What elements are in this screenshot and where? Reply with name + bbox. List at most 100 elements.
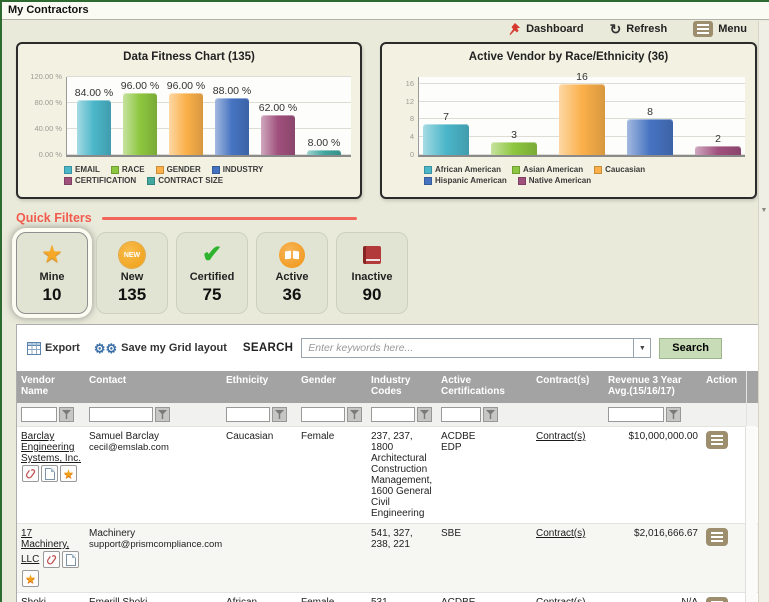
legend-swatch [212,166,220,174]
column-header-revenue-3-year-avg-15-16-17[interactable]: Revenue 3 Year Avg.(15/16/17) [604,371,702,403]
filter-input-contact[interactable] [89,407,153,422]
page-vertical-scrollbar[interactable]: ▼ [758,21,769,602]
bar-value-label: 2 [715,133,721,145]
cell-certifications: ACDBEEDP [437,427,532,524]
tile-icon-wrap: ✔ [202,241,222,269]
cell-vendor: Shoki Property Management ★ [17,593,85,602]
filter-funnel-button[interactable] [666,407,681,422]
paperclip-icon [23,466,38,482]
notes-button[interactable] [41,465,58,482]
search-input[interactable] [301,338,633,358]
bar-value-label: 84.00 % [75,87,114,99]
quick-filter-inactive[interactable]: Inactive90 [336,232,408,314]
table-row: 17 Machinery, LLC ★Machinerysupport@pris… [17,524,758,593]
tile-icon-wrap: ★ [41,241,63,269]
menu-label: Menu [718,23,747,35]
filter-cell-ethnicity [222,403,297,427]
vendor-name-link[interactable]: Shoki Property Management [21,597,79,602]
menu-icon [693,21,713,37]
bar-group: 84.00 %96.00 %96.00 %88.00 %62.00 %8.00 … [67,93,351,155]
contact-email: cecil@emslab.com [89,442,218,453]
export-label: Export [45,342,80,354]
contracts-link[interactable]: Contract(s) [536,431,585,442]
column-header-contact[interactable]: Contact [85,371,222,403]
contact-name: Emerill Shoki [89,597,218,602]
quick-filter-active[interactable]: Active36 [256,232,328,314]
quick-filter-mine[interactable]: ★Mine10 [16,232,88,314]
certification: EDP [441,442,528,453]
column-header-active-certifications[interactable]: Active Certifications [437,371,532,403]
search-dropdown-button[interactable]: ▼ [633,338,651,358]
favorite-button[interactable]: ★ [22,570,39,587]
grid-vertical-scrollbar[interactable] [745,426,757,602]
favorite-button[interactable]: ★ [60,465,77,482]
column-header-gender[interactable]: Gender [297,371,367,403]
save-grid-layout-button[interactable]: ⚙⚙ Save my Grid layout [94,342,227,355]
table-row: Shoki Property Management ★ Emerill Shoki… [17,593,758,602]
column-header-industry-codes[interactable]: Industry Codes [367,371,437,403]
legend-item: African American [424,165,501,174]
attachment-button[interactable] [22,465,39,482]
legend-label: CONTRACT SIZE [158,176,223,185]
filter-input-gender[interactable] [301,407,345,422]
vendor-name-link[interactable]: Barclay Engineering Systems, Inc. [21,431,81,464]
legend-swatch [424,166,432,174]
filter-funnel-button[interactable] [417,407,432,422]
chart-legend: EMAILRACEGENDERINDUSTRYCERTIFICATIONCONT… [64,165,326,185]
filter-input-revenue[interactable] [608,407,664,422]
attachment-button[interactable] [43,551,60,568]
column-header-action[interactable]: Action [702,371,746,403]
contact-name: Samuel Barclay [89,431,218,442]
header-spacer [746,371,758,403]
menu-button[interactable]: Menu [693,21,747,37]
cell-ethnicity: African American [222,593,297,602]
document-icon [66,554,76,566]
bar-value-label: 3 [511,129,517,141]
quick-filter-new[interactable]: NEWNew135 [96,232,168,314]
column-header-vendor-name[interactable]: Vendor Name [17,371,85,403]
y-axis-tick-label: 4 [410,132,414,141]
search-button[interactable]: Search [659,338,722,359]
filter-input-vendor[interactable] [21,407,57,422]
cell-gender: Female [297,427,367,524]
export-button[interactable]: Export [27,342,80,355]
filter-funnel-button[interactable] [155,407,170,422]
legend-item: GENDER [156,165,201,174]
column-header-ethnicity[interactable]: Ethnicity [222,371,297,403]
dashboard-button[interactable]: Dashboard [507,22,583,36]
menu-icon [711,532,723,542]
funnel-icon [275,410,284,419]
filter-cell-revenue [604,403,702,427]
tile-label: Active [275,271,308,283]
legend-swatch [518,177,526,185]
legend-swatch [64,177,72,185]
bar-certification: 62.00 % [261,115,295,155]
legend-swatch [594,166,602,174]
cell-ethnicity: Caucasian [222,427,297,524]
quick-filter-certified[interactable]: ✔Certified75 [176,232,248,314]
column-header-contract-s[interactable]: Contract(s) [532,371,604,403]
filter-funnel-button[interactable] [59,407,74,422]
contracts-link[interactable]: Contract(s) [536,528,585,539]
row-action-menu-button[interactable] [706,528,728,546]
cell-certifications: ACDBEDBE [437,593,532,602]
row-action-menu-button[interactable] [706,431,728,449]
dashboard-label: Dashboard [526,23,583,35]
filter-funnel-button[interactable] [272,407,287,422]
filter-input-industry[interactable] [371,407,415,422]
tile-count: 10 [43,285,62,305]
y-axis-tick-label: 8 [410,114,414,123]
quick-filters-divider [102,217,357,220]
filter-input-ethnicity[interactable] [226,407,270,422]
filter-input-certs[interactable] [441,407,481,422]
bar-value-label: 88.00 % [213,85,252,97]
bar-contract-size: 8.00 % [307,150,341,155]
cell-ethnicity [222,524,297,593]
refresh-button[interactable]: ↻ Refresh [610,23,668,35]
contracts-link[interactable]: Contract(s) [536,597,585,602]
filter-funnel-button[interactable] [347,407,362,422]
row-action-menu-button[interactable] [706,597,728,602]
funnel-icon [486,410,495,419]
notes-button[interactable] [62,551,79,568]
filter-funnel-button[interactable] [483,407,498,422]
